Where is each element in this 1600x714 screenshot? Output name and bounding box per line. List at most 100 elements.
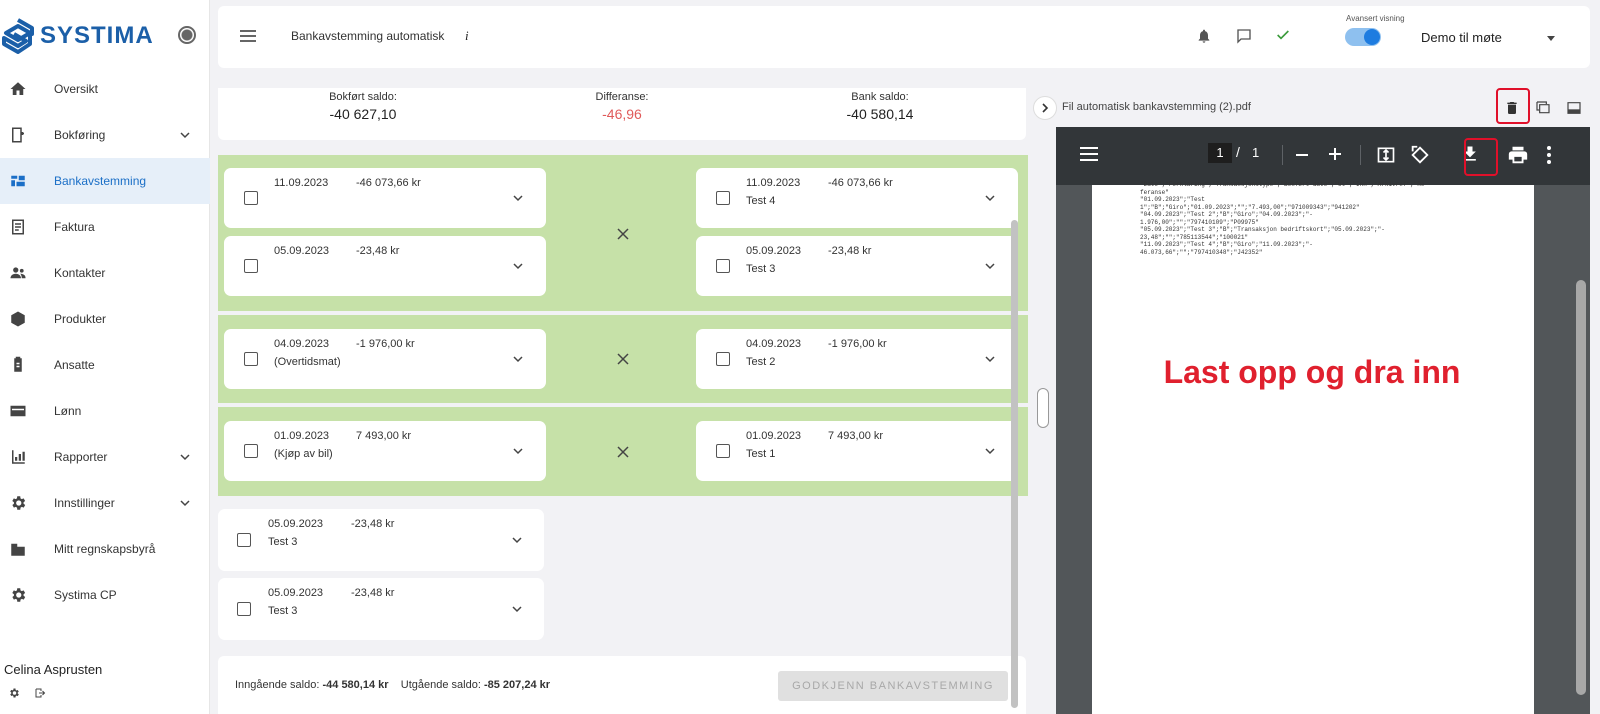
pdf-text-line: "11.09.2023";"Test 4";"B";"Giro";"11.09.… xyxy=(1140,241,1313,248)
sidebar-item-ansatte[interactable]: Ansatte xyxy=(0,342,210,388)
main-scroll-thumb[interactable] xyxy=(1011,220,1018,708)
zoom-out-icon[interactable] xyxy=(1294,147,1310,163)
sidebar-item-label: Produkter xyxy=(54,312,107,326)
chevron-down-icon[interactable] xyxy=(512,353,524,365)
chevron-down-icon[interactable] xyxy=(511,534,523,546)
settings-icon[interactable] xyxy=(8,687,20,699)
transaction-checkbox[interactable] xyxy=(244,444,258,458)
chevron-down-icon[interactable] xyxy=(511,603,523,615)
pdf-scroll-thumb[interactable] xyxy=(1576,280,1586,695)
bookkeeping-icon xyxy=(9,126,27,144)
bank-transaction-card[interactable]: 11.09.2023 -46 073,66 kr Test 4 xyxy=(696,168,1018,228)
chevron-down-icon[interactable] xyxy=(178,450,192,464)
print-icon[interactable] xyxy=(1507,144,1529,166)
transaction-description: Test 3 xyxy=(268,536,298,548)
chat-icon[interactable] xyxy=(1235,27,1253,45)
theme-toggle-icon[interactable] xyxy=(178,26,196,44)
transaction-checkbox[interactable] xyxy=(716,191,730,205)
transaction-date: 05.09.2023 xyxy=(268,587,324,599)
pdf-text-line: 1.976,00";"";"797410109";"P09975" xyxy=(1140,218,1259,226)
chevron-down-icon[interactable] xyxy=(512,445,524,457)
sidebar-item-bankavstemming[interactable]: Bankavstemming xyxy=(0,158,210,204)
difference-value: -46,96 xyxy=(602,106,642,122)
approve-reconciliation-button[interactable]: GODKJENN BANKAVSTEMMING xyxy=(778,671,1008,701)
bank-transaction-card[interactable]: 05.09.2023 -23,48 kr Test 3 xyxy=(696,236,1018,296)
ledger-transaction-card[interactable]: 11.09.2023 -46 073,66 kr xyxy=(224,168,546,228)
chevron-down-icon[interactable] xyxy=(178,496,192,510)
sidebar-item-innstillinger[interactable]: Innstillinger xyxy=(0,480,210,526)
match-group-2: 04.09.2023 -1 976,00 kr (Overtidsmat) 04… xyxy=(218,315,1028,403)
pdf-page-input[interactable]: 1 xyxy=(1208,143,1232,163)
top-bar: Bankavstemming automatisk i Avansert vis… xyxy=(218,6,1590,68)
transaction-checkbox[interactable] xyxy=(244,191,258,205)
transaction-checkbox[interactable] xyxy=(237,602,251,616)
transaction-date: 04.09.2023 xyxy=(274,338,330,350)
zoom-in-icon[interactable] xyxy=(1327,146,1343,162)
chevron-down-icon[interactable] xyxy=(984,260,996,272)
rotate-icon[interactable] xyxy=(1409,144,1431,166)
transaction-checkbox[interactable] xyxy=(237,533,251,547)
caret-down-icon[interactable] xyxy=(1547,36,1555,41)
unmatch-icon[interactable] xyxy=(616,352,630,366)
transaction-description: (Overtidsmat) xyxy=(274,356,341,368)
match-group-3: 01.09.2023 7 493,00 kr (Kjøp av bil) 01.… xyxy=(218,407,1028,496)
account-selector[interactable]: Demo til møte xyxy=(1421,30,1502,45)
sidebar-item-kontakter[interactable]: Kontakter xyxy=(0,250,210,296)
open-in-window-icon[interactable] xyxy=(1534,100,1552,116)
transaction-checkbox[interactable] xyxy=(716,259,730,273)
chevron-down-icon[interactable] xyxy=(984,353,996,365)
pdf-menu-icon[interactable] xyxy=(1080,147,1098,161)
chevron-down-icon[interactable] xyxy=(512,192,524,204)
notifications-bell-icon[interactable] xyxy=(1196,27,1212,45)
transaction-checkbox[interactable] xyxy=(244,259,258,273)
sidebar-item-oversikt[interactable]: Oversikt xyxy=(0,66,210,112)
sidebar-item-label: Faktura xyxy=(54,220,95,234)
pdf-text-content: "Dato";"Forklaring";"Transaksjonstype";"… xyxy=(1140,181,1520,256)
pdf-scrollbar[interactable] xyxy=(1572,185,1590,714)
transaction-date: 04.09.2023 xyxy=(746,338,802,350)
difference-label: Differanse: xyxy=(595,91,649,103)
sidebar-item-label: Ansatte xyxy=(54,358,95,372)
unmatched-transaction-card[interactable]: 05.09.2023 -23,48 kr Test 3 xyxy=(218,578,544,640)
sidebar-item-rapporter[interactable]: Rapporter xyxy=(0,434,210,480)
info-icon[interactable]: i xyxy=(465,28,469,44)
transaction-checkbox[interactable] xyxy=(716,444,730,458)
dock-bottom-icon[interactable] xyxy=(1565,100,1583,116)
transaction-checkbox[interactable] xyxy=(716,352,730,366)
transaction-description: Test 1 xyxy=(746,448,776,460)
unmatch-icon[interactable] xyxy=(616,227,630,241)
chevron-down-icon[interactable] xyxy=(984,445,996,457)
fit-to-page-icon[interactable] xyxy=(1376,145,1396,165)
logout-icon[interactable] xyxy=(34,687,46,699)
ledger-transaction-card[interactable]: 05.09.2023 -23,48 kr xyxy=(224,236,546,296)
main-scrollbar[interactable] xyxy=(1010,88,1020,714)
chevron-down-icon[interactable] xyxy=(984,192,996,204)
panel-resize-handle[interactable] xyxy=(1037,388,1049,428)
chevron-down-icon[interactable] xyxy=(512,260,524,272)
sidebar-item-bokføring[interactable]: Bokføring xyxy=(0,112,210,158)
bank-transaction-card[interactable]: 01.09.2023 7 493,00 kr Test 1 xyxy=(696,421,1018,481)
sidebar-item-mitt-regnskapsbyrå[interactable]: Mitt regnskapsbyrå xyxy=(0,526,210,572)
upload-drag-annotation: Last opp og dra inn xyxy=(1163,354,1461,390)
sidebar-item-lønn[interactable]: Lønn xyxy=(0,388,210,434)
page-title: Bankavstemming automatisk xyxy=(291,29,445,43)
transaction-checkbox[interactable] xyxy=(244,352,258,366)
transaction-description: Test 3 xyxy=(746,263,776,275)
sidebar-item-faktura[interactable]: Faktura xyxy=(0,204,210,250)
ledger-transaction-card[interactable]: 04.09.2023 -1 976,00 kr (Overtidsmat) xyxy=(224,329,546,389)
sidebar-item-systima-cp[interactable]: Systima CP xyxy=(0,572,210,618)
sidebar-item-produkter[interactable]: Produkter xyxy=(0,296,210,342)
ledger-transaction-card[interactable]: 01.09.2023 7 493,00 kr (Kjøp av bil) xyxy=(224,421,546,481)
bank-transaction-card[interactable]: 04.09.2023 -1 976,00 kr Test 2 xyxy=(696,329,1018,389)
advanced-view-toggle[interactable] xyxy=(1345,28,1381,46)
sidebar-item-label: Bokføring xyxy=(54,128,106,142)
check-icon[interactable] xyxy=(1275,27,1291,43)
chevron-down-icon[interactable] xyxy=(178,128,192,142)
more-options-icon[interactable] xyxy=(1546,144,1552,166)
unmatched-transaction-card[interactable]: 05.09.2023 -23,48 kr Test 3 xyxy=(218,509,544,571)
unmatch-icon[interactable] xyxy=(616,445,630,459)
bank-balance: Bank saldo: -40 580,14 xyxy=(780,91,980,122)
collapse-panel-button[interactable] xyxy=(1033,96,1057,120)
systima-logo[interactable]: SYSTIMA xyxy=(0,18,210,54)
menu-icon[interactable] xyxy=(240,30,256,42)
